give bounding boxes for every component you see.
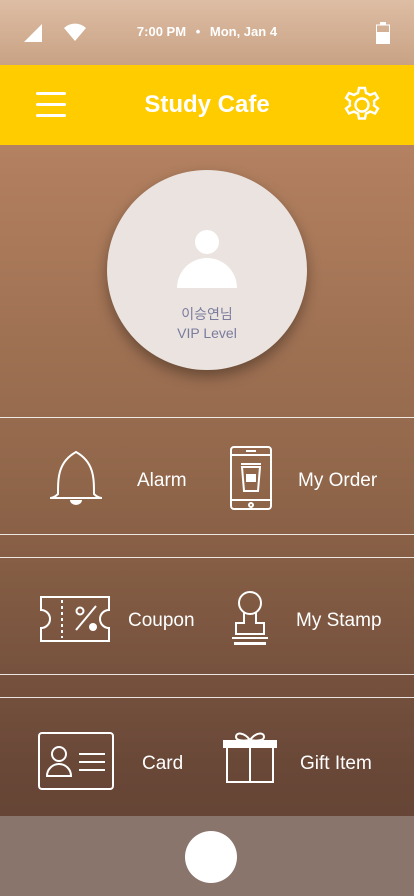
gift-box-icon <box>223 732 277 783</box>
my-stamp-label: My Stamp <box>296 610 382 631</box>
status-date: Mon, Jan 4 <box>209 24 278 39</box>
status-datetime: 7:00 PM • Mon, Jan 4 <box>0 24 414 39</box>
my-order-label: My Order <box>298 470 378 491</box>
status-bar: 7:00 PM • Mon, Jan 4 <box>0 0 414 65</box>
status-separator: • <box>195 24 201 39</box>
my-order-button[interactable]: My Order <box>228 418 408 536</box>
card-label: Card <box>142 753 184 774</box>
coupon-label: Coupon <box>128 610 195 631</box>
profile-circle[interactable]: 이승연님 VIP Level <box>107 170 307 370</box>
id-card-icon <box>38 732 114 790</box>
app-bar: Study Cafe <box>0 65 414 145</box>
person-icon <box>177 230 237 288</box>
alarm-label: Alarm <box>137 470 187 491</box>
menu-row-3: Card Gift Item <box>0 697 414 815</box>
bottom-bar <box>0 816 414 896</box>
phone-coffee-icon <box>230 446 272 510</box>
profile-level: VIP Level <box>177 325 237 341</box>
card-button[interactable]: Card <box>30 698 210 816</box>
coupon-button[interactable]: Coupon <box>30 558 210 676</box>
profile-name: 이승연님 <box>181 306 233 322</box>
coupon-ticket-icon <box>40 596 110 642</box>
stamp-icon <box>232 591 268 645</box>
battery-icon <box>376 22 390 44</box>
menu-row-2: Coupon My Stamp <box>0 557 414 675</box>
home-circle-button[interactable] <box>185 831 237 883</box>
my-stamp-button[interactable]: My Stamp <box>228 558 408 676</box>
gift-item-label: Gift Item <box>300 753 372 774</box>
gift-item-button[interactable]: Gift Item <box>222 698 408 816</box>
gear-icon[interactable] <box>343 86 381 124</box>
bell-icon <box>49 450 103 505</box>
menu-row-1: Alarm My Order <box>0 417 414 535</box>
status-time: 7:00 PM <box>136 24 187 39</box>
alarm-button[interactable]: Alarm <box>30 418 210 536</box>
